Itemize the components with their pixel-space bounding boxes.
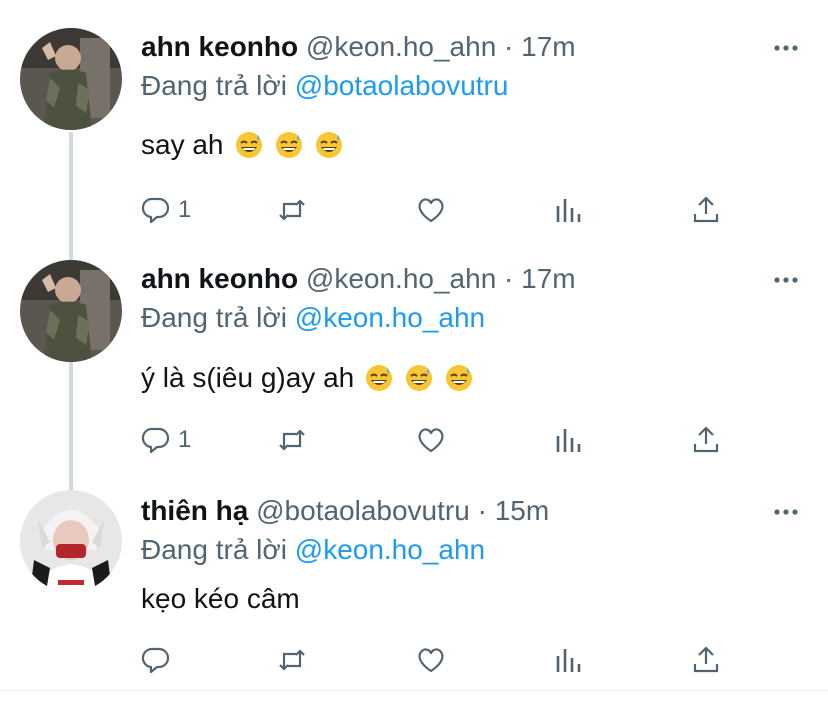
grinning-sweat-emoji [366, 365, 393, 391]
more-dots-icon[interactable] [772, 266, 800, 294]
more-dots-icon[interactable] [772, 34, 800, 62]
reply-button[interactable] [140, 640, 172, 680]
timestamp[interactable]: 17m [521, 263, 575, 294]
retweet-button[interactable] [276, 190, 308, 230]
replying-to-mention[interactable]: @botaolabovutru [295, 70, 509, 101]
like-button[interactable] [415, 420, 447, 460]
user-handle[interactable]: @botaolabovutru [256, 495, 470, 526]
views-button[interactable] [553, 640, 585, 680]
reply-icon [141, 197, 170, 224]
retweet-icon [279, 429, 305, 451]
tweet-actions: 1 [0, 190, 828, 230]
retweet-button[interactable] [276, 640, 308, 680]
avatar[interactable] [20, 260, 122, 362]
tweet-text: kẹo kéo câm [141, 582, 300, 616]
share-button[interactable] [690, 640, 722, 680]
reply-icon [141, 427, 170, 454]
avatar[interactable] [20, 490, 122, 592]
avatar[interactable] [20, 28, 122, 130]
tweet-text-content: ý là s(iêu g)ay ah [141, 362, 355, 393]
retweet-button[interactable] [276, 420, 308, 460]
replying-to-label: Đang trả lời [141, 302, 295, 333]
replying-to-mention[interactable]: @keon.ho_ahn [295, 534, 485, 565]
display-name[interactable]: ahn keonho [141, 31, 298, 62]
tweet[interactable]: thiên hạ @botaolabovutru · 15m Đang trả … [0, 464, 828, 690]
replying-to-label: Đang trả lời [141, 534, 295, 565]
replying-to-line: Đang trả lời @botaolabovutru [141, 69, 508, 103]
share-button[interactable] [690, 190, 722, 230]
separator-dot: · [504, 31, 514, 62]
like-button[interactable] [415, 190, 447, 230]
tweet-header: ahn keonho @keon.ho_ahn · 17m [141, 262, 576, 296]
display-name[interactable]: ahn keonho [141, 263, 298, 294]
reply-icon [141, 647, 170, 674]
tweet-text-content: say ah [141, 129, 224, 160]
grinning-sweat-emoji [406, 365, 433, 391]
reply-button[interactable]: 1 [140, 190, 191, 230]
tweet-actions [0, 640, 828, 680]
share-icon [693, 646, 719, 673]
grinning-sweat-emoji [275, 132, 302, 158]
reply-count: 1 [178, 196, 192, 223]
share-icon [693, 196, 719, 223]
tweet-text-content: kẹo kéo câm [141, 583, 300, 614]
timestamp[interactable]: 17m [521, 31, 575, 62]
user-handle[interactable]: @keon.ho_ahn [306, 263, 496, 294]
more-dots-icon[interactable] [772, 498, 800, 526]
replying-to-label: Đang trả lời [141, 70, 295, 101]
reply-count: 1 [178, 426, 192, 453]
grinning-sweat-emoji [315, 132, 342, 158]
views-button[interactable] [553, 420, 585, 460]
share-button[interactable] [690, 420, 722, 460]
tweet-actions: 1 [0, 420, 828, 460]
heart-icon [418, 428, 444, 453]
views-chart-icon [556, 649, 581, 672]
reply-button[interactable]: 1 [140, 420, 191, 460]
heart-icon [418, 648, 444, 673]
replying-to-line: Đang trả lời @keon.ho_ahn [141, 301, 485, 335]
replying-to-line: Đang trả lời @keon.ho_ahn [141, 533, 485, 567]
display-name[interactable]: thiên hạ [141, 495, 248, 526]
grinning-sweat-emoji [235, 132, 262, 158]
like-button[interactable] [415, 640, 447, 680]
tweet[interactable]: ahn keonho @keon.ho_ahn · 17m Đang trả l… [0, 232, 828, 464]
tweet-text: ý là s(iêu g)ay ah [141, 361, 474, 395]
user-handle[interactable]: @keon.ho_ahn [306, 31, 496, 62]
tweet-header: thiên hạ @botaolabovutru · 15m [141, 494, 549, 528]
views-button[interactable] [553, 190, 585, 230]
retweet-icon [279, 199, 305, 221]
tweet-header: ahn keonho @keon.ho_ahn · 17m [141, 30, 576, 64]
bottom-divider [0, 690, 828, 691]
views-chart-icon [556, 199, 581, 222]
tweet[interactable]: ahn keonho @keon.ho_ahn · 17m Đang trả l… [0, 0, 828, 232]
tweet-text: say ah [141, 128, 344, 162]
separator-dot: · [504, 263, 514, 294]
views-chart-icon [556, 429, 581, 452]
separator-dot: · [477, 495, 487, 526]
grinning-sweat-emoji [446, 365, 473, 391]
retweet-icon [279, 649, 305, 671]
timestamp[interactable]: 15m [495, 495, 549, 526]
heart-icon [418, 198, 444, 223]
share-icon [693, 426, 719, 453]
replying-to-mention[interactable]: @keon.ho_ahn [295, 302, 485, 333]
